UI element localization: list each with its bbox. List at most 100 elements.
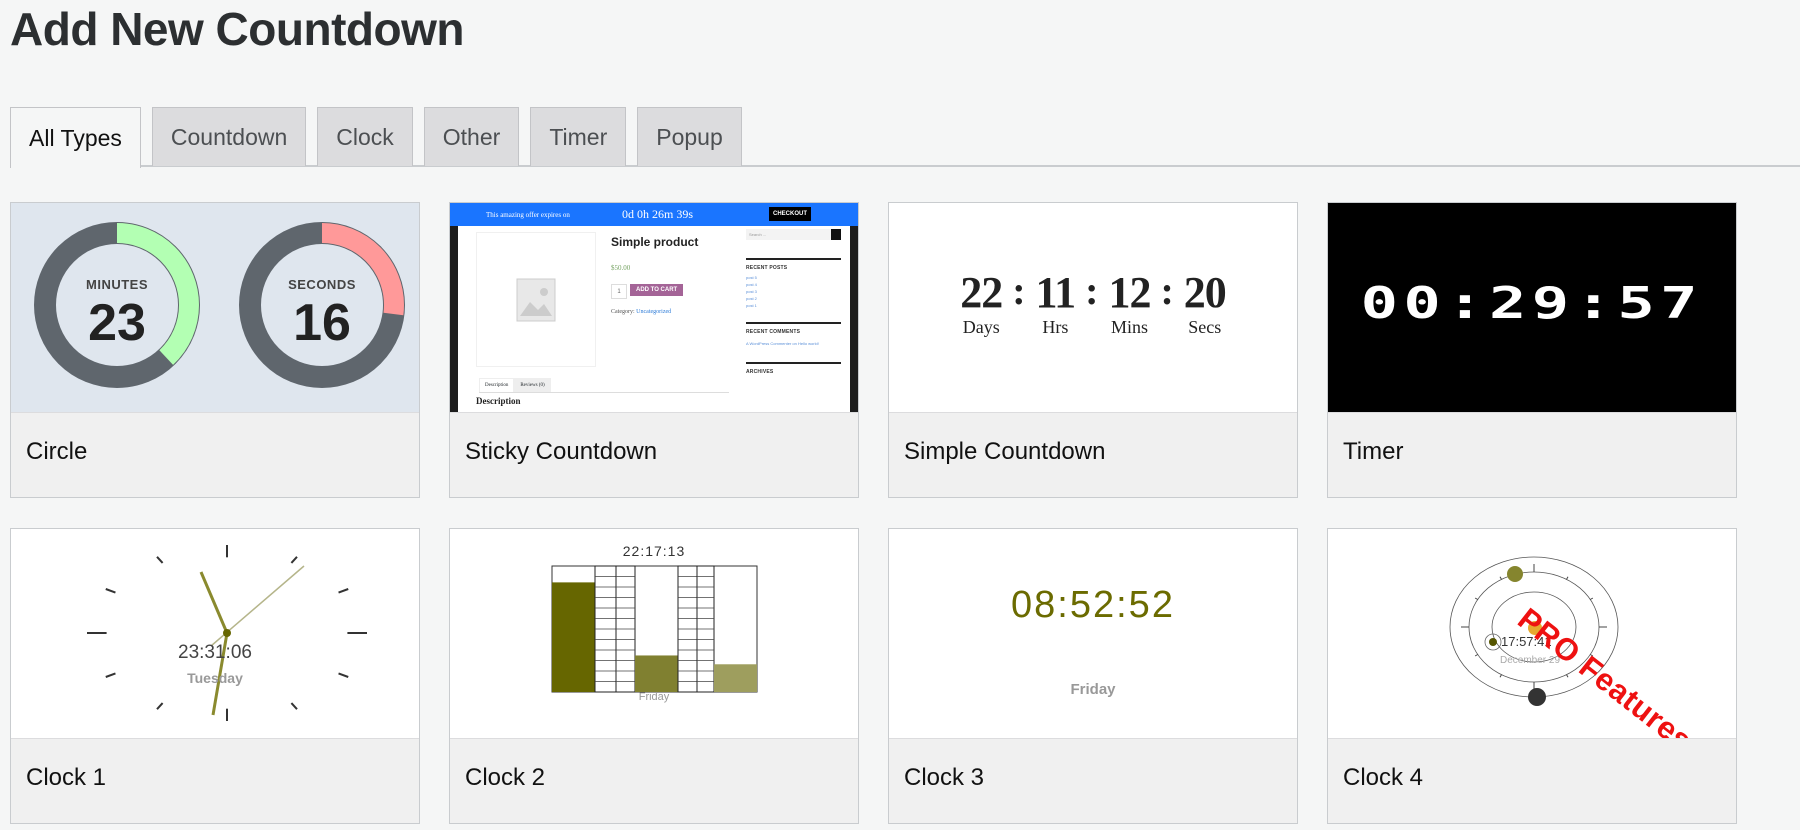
- card-label: Clock 4: [1343, 763, 1424, 791]
- tab-description: Description: [479, 378, 515, 393]
- clock-tick: [1590, 597, 1594, 600]
- timer-display: 00:29:57: [1360, 276, 1704, 329]
- bar-seconds: [714, 664, 757, 692]
- card-clock-3[interactable]: 08:52:52 Friday Clock 3: [888, 528, 1298, 824]
- tab-countdown[interactable]: Countdown: [151, 107, 307, 166]
- product-title: Simple product: [611, 235, 699, 249]
- product-price: $50.00: [611, 264, 631, 272]
- post-link: post 2: [746, 296, 757, 301]
- card-clock-2[interactable]: 22:17:13 Friday Clock 2: [449, 528, 859, 824]
- clock-2-day: Friday: [638, 691, 670, 703]
- tab-all-types[interactable]: All Types: [10, 107, 141, 168]
- page-title: Add New Countdown: [10, 3, 464, 55]
- checkout-button: CHECKOUT: [769, 207, 811, 221]
- clock-tick: [105, 588, 116, 594]
- minutes-ring: MINUTES 23: [31, 219, 203, 391]
- clock-tick: [156, 702, 164, 710]
- minutes-label: Mins: [1110, 317, 1148, 337]
- card-label: Simple Countdown: [904, 437, 1106, 465]
- clock-tick: [1566, 674, 1569, 678]
- simple-countdown-preview: 22 Days : 11 Hrs : 12 Mins : 20 Secs: [889, 203, 1297, 413]
- seconds-value: 20: [1183, 268, 1227, 317]
- recent-comments-heading: RECENT COMMENTS: [746, 329, 801, 335]
- clock-1-day: Tuesday: [187, 670, 243, 686]
- clock-2-preview: 22:17:13 Friday: [450, 529, 858, 739]
- clock-tick: [1474, 654, 1478, 657]
- orbit-dot: [1489, 638, 1497, 646]
- analog-clock-face: [87, 545, 367, 721]
- minutes-value: 23: [88, 294, 146, 352]
- separator: :: [1085, 268, 1099, 313]
- clock-tick: [1474, 597, 1478, 600]
- post-link: post 1: [746, 303, 757, 308]
- seconds-label: Secs: [1188, 317, 1222, 337]
- days-label: Days: [962, 317, 1000, 337]
- separator: :: [1160, 268, 1174, 313]
- image-placeholder-icon: [516, 278, 556, 321]
- card-circle[interactable]: MINUTES 23 SECONDS 16 Circle: [10, 202, 420, 498]
- sticky-bar: This amazing offer expires on 0d 0h 26m …: [450, 203, 858, 226]
- description-heading: Description: [476, 396, 521, 406]
- archives-heading: ARCHIVES: [746, 369, 774, 375]
- seconds-value: 16: [293, 294, 351, 352]
- card-label: Sticky Countdown: [465, 437, 658, 465]
- orbit-dot: [1528, 688, 1546, 706]
- sticky-message: This amazing offer expires on: [486, 210, 570, 219]
- clock-tick: [1499, 674, 1502, 678]
- card-timer[interactable]: 00:29:57 Timer: [1327, 202, 1737, 498]
- clock-tick: [156, 556, 164, 564]
- hours-value: 11: [1035, 268, 1077, 317]
- sticky-time: 0d 0h 26m 39s: [622, 207, 694, 221]
- tab-reviews: Reviews (0): [514, 378, 551, 393]
- tab-popup[interactable]: Popup: [637, 107, 742, 166]
- product-category: Category: Uncategorized: [611, 309, 672, 315]
- product-image-placeholder: [476, 232, 596, 367]
- quantity-field: 1: [611, 284, 627, 299]
- clock-tick: [290, 556, 298, 564]
- separator: :: [1012, 268, 1026, 313]
- minutes-value: 12: [1108, 268, 1151, 317]
- tab-other[interactable]: Other: [423, 107, 520, 166]
- card-clock-1[interactable]: 23:31:06 Tuesday Clock 1: [10, 528, 420, 824]
- timer-preview: 00:29:57: [1328, 203, 1736, 413]
- recent-posts-heading: RECENT POSTS: [746, 265, 788, 271]
- card-label: Clock 1: [26, 763, 107, 791]
- clock-3-time: 08:52:52: [1011, 584, 1175, 626]
- add-to-cart-button: ADD TO CART: [630, 284, 684, 296]
- circle-preview: MINUTES 23 SECONDS 16: [11, 203, 419, 413]
- post-link: post 3: [746, 289, 757, 294]
- clock-tick: [290, 702, 298, 710]
- card-sticky-countdown[interactable]: Simple product $50.00 1 ADD TO CART Cate…: [449, 202, 859, 498]
- post-link: post 4: [746, 282, 757, 287]
- card-label: Circle: [26, 437, 88, 465]
- card-simple-countdown[interactable]: 22 Days : 11 Hrs : 12 Mins : 20 Secs Simple …: [888, 202, 1298, 498]
- minutes-label: MINUTES: [86, 277, 148, 292]
- sidebar-mock: Search ... RECENT POSTS post 5 post 4 po…: [746, 226, 841, 375]
- comment-link: A WordPress Commenter on Hello world!: [746, 341, 819, 346]
- product-tabs: Description Reviews (0): [479, 378, 551, 393]
- search-field: Search ...: [746, 229, 841, 240]
- card-clock-4[interactable]: 17:57:41 December 29 PRO Features Clock …: [1327, 528, 1737, 824]
- clock-tick: [1566, 576, 1569, 580]
- sticky-countdown-preview: Simple product $50.00 1 ADD TO CART Cate…: [450, 203, 858, 413]
- seconds-ring: SECONDS 16: [236, 219, 408, 391]
- post-link: post 5: [746, 275, 757, 280]
- hours-label: Hrs: [1042, 317, 1069, 337]
- tab-timer[interactable]: Timer: [530, 107, 627, 166]
- tab-clock[interactable]: Clock: [317, 107, 413, 166]
- type-tabs: All Types Countdown Clock Other Timer Po…: [10, 107, 1800, 168]
- card-label: Clock 2: [465, 763, 546, 791]
- bar-clock: [551, 565, 758, 693]
- clock-3-day: Friday: [1070, 681, 1116, 698]
- card-label: Clock 3: [904, 763, 985, 791]
- bar-minutes: [635, 655, 678, 692]
- clock-tick: [1499, 576, 1502, 580]
- clock-1-preview: 23:31:06 Tuesday: [11, 529, 419, 739]
- days-value: 22: [960, 268, 1003, 317]
- clock-1-time: 23:31:06: [178, 642, 252, 663]
- clock-tick: [338, 588, 349, 594]
- clock-3-preview: 08:52:52 Friday: [889, 529, 1297, 739]
- clock-4-preview: 17:57:41 December 29 PRO Features: [1328, 529, 1736, 739]
- bar-hours: [552, 582, 595, 692]
- seconds-label: SECONDS: [288, 277, 356, 292]
